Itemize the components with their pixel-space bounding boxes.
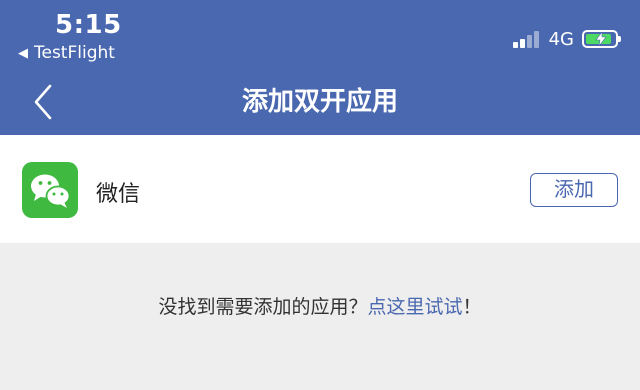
wechat-icon [22,162,78,218]
app-name: 微信 [96,182,141,207]
signal-icon [512,30,541,48]
hint-suffix: ！ [462,296,482,318]
charging-bolt-icon [595,32,607,46]
hint-text: 没找到需要添加的应用？ [158,296,368,318]
status-indicators: 4G [512,28,621,50]
network-type: 4G [548,28,574,50]
missing-app-hint: 没找到需要添加的应用？点这里试试！ [0,292,640,319]
try-here-link[interactable]: 点这里试试 [367,296,462,318]
back-app-label: TestFlight [34,43,115,63]
battery-nub [618,36,621,42]
app-list-item: 微信 添加 [0,135,640,243]
back-to-app-button[interactable]: ◀ TestFlight [18,43,115,63]
page-title: 添加双开应用 [241,87,398,117]
status-time: 5:15 [55,10,122,40]
battery-charging-icon [582,30,621,48]
add-button[interactable]: 添加 [530,173,618,207]
header: 5:15 ◀ TestFlight 4G 添加双开应用 [0,0,640,135]
back-triangle-icon: ◀ [18,45,28,61]
